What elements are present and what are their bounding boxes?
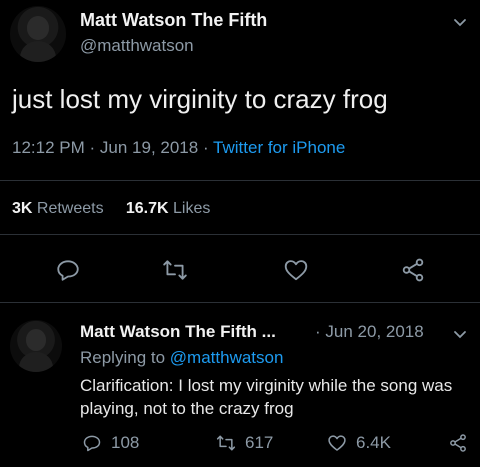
like-count: 6.4K (356, 433, 391, 452)
retweet-action[interactable]: 617 (216, 433, 273, 453)
retweet-count: 617 (245, 433, 274, 452)
author-name[interactable]: Matt Watson The Fifth (80, 10, 267, 31)
reply-date-group: · Jun 20, 2018 (315, 322, 424, 342)
divider (0, 234, 480, 235)
divider (0, 302, 480, 303)
author-avatar[interactable] (10, 6, 66, 62)
likes-label: Likes (173, 200, 211, 217)
meta-separator: · (89, 138, 96, 157)
tweet-source[interactable]: Twitter for iPhone (213, 138, 345, 157)
divider (0, 180, 480, 181)
reply-count: 108 (111, 433, 140, 452)
share-icon[interactable] (400, 257, 426, 283)
heart-icon[interactable] (327, 433, 347, 453)
retweets-label: Retweets (36, 200, 104, 217)
meta-separator: · (202, 138, 209, 157)
share-action[interactable] (448, 433, 468, 453)
author-handle[interactable]: @matthwatson (80, 36, 194, 56)
share-icon[interactable] (448, 433, 468, 453)
replying-prefix: Replying to (80, 348, 166, 367)
reply-author-avatar[interactable] (10, 320, 62, 372)
chevron-down-icon[interactable] (452, 14, 468, 30)
reply-icon[interactable] (55, 257, 81, 283)
tweet-date[interactable]: Jun 19, 2018 (100, 138, 198, 157)
reply-date[interactable]: Jun 20, 2018 (325, 322, 423, 341)
like-action[interactable]: 6.4K (327, 433, 391, 453)
reply-author-name[interactable]: Matt Watson The Fifth ... (80, 322, 276, 342)
heart-icon[interactable] (283, 257, 309, 283)
reply-icon[interactable] (82, 433, 102, 453)
tweet-text: just lost my virginity to crazy frog (12, 84, 388, 114)
retweet-icon[interactable] (216, 433, 236, 453)
retweets-count: 3K (12, 200, 33, 217)
replying-handle[interactable]: @matthwatson (170, 348, 284, 367)
date-separator: · (315, 322, 321, 341)
chevron-down-icon[interactable] (452, 326, 468, 342)
retweets-stat[interactable]: 3K Retweets (12, 200, 104, 217)
tweet-meta: 12:12 PM · Jun 19, 2018 · Twitter for iP… (12, 138, 345, 158)
likes-count: 16.7K (125, 200, 169, 217)
reply-text: Clarification: I lost my virginity while… (80, 376, 453, 418)
reply-action[interactable]: 108 (82, 433, 139, 453)
tweet-time: 12:12 PM (12, 138, 85, 157)
replying-to: Replying to @matthwatson (80, 348, 283, 368)
likes-stat[interactable]: 16.7K Likes (126, 200, 211, 217)
tweet-stats: 3K Retweets 16.7K Likes (12, 200, 210, 218)
retweet-icon[interactable] (162, 257, 188, 283)
